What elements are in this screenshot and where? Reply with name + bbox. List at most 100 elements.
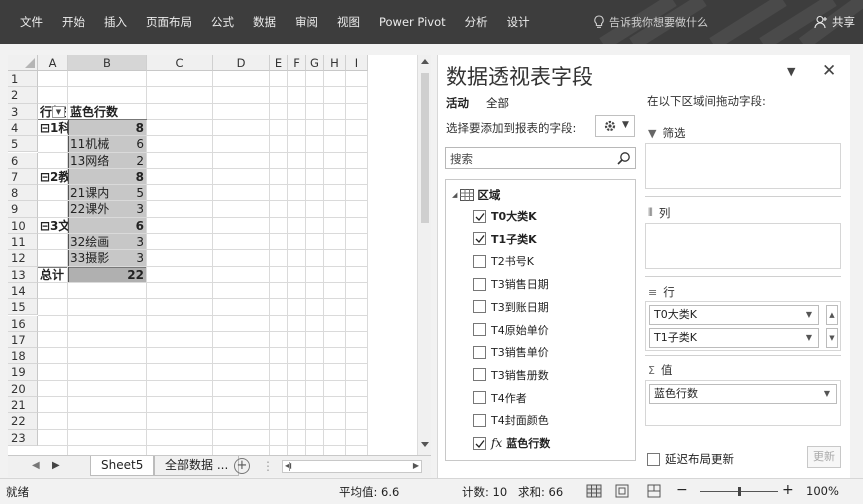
pivot-value-cell[interactable]: 3 [68,234,147,250]
field-checkbox[interactable] [473,300,486,314]
field-item[interactable]: T1子类K [473,231,537,247]
defer-layout-update[interactable]: 延迟布局更新 [647,451,734,467]
ribbon-tab[interactable]: 设计 [507,14,530,30]
field-checkbox[interactable] [473,323,486,336]
tab-split-handle[interactable]: ⋮ [262,459,274,473]
pivot-total-value[interactable]: 22 [68,267,147,283]
values-drop-zone[interactable]: 蓝色行数 ▼ [645,380,841,426]
rows-drop-zone[interactable]: T0大类K ▼ T1子类K ▼ ▲ ▼ [645,301,841,351]
tab-active[interactable]: 活动 [446,95,469,111]
ribbon-tab[interactable]: 公式 [211,14,234,30]
select-all-corner[interactable] [8,55,38,71]
sheet-tab-all-data[interactable]: 全部数据 ... [154,456,240,476]
row-header[interactable]: 17 [8,331,38,349]
column-header[interactable]: D [213,55,270,71]
field-search-input[interactable]: 搜索 [445,147,636,169]
field-checkbox[interactable] [473,254,486,268]
column-header[interactable]: F [288,55,306,71]
field-checkbox[interactable] [473,209,486,223]
row-header[interactable]: 4 [8,119,38,137]
horizontal-scrollbar[interactable]: ◀ ▶ [282,460,422,473]
row-header[interactable]: 18 [8,348,38,365]
field-item[interactable]: T2书号K [473,253,534,269]
horizontal-scroll-thumb[interactable] [289,462,299,471]
field-checkbox[interactable] [473,345,486,359]
scroll-down-icon[interactable]: ▼ [826,328,838,348]
field-item[interactable]: T4作者 [473,390,527,406]
field-item[interactable]: T4封面颜色 [473,412,549,428]
ribbon-tab[interactable]: 页面布局 [146,14,192,30]
field-settings-button[interactable]: ▼ [595,115,635,137]
pane-options-chevron-icon[interactable]: ▼ [787,65,795,78]
pivot-value-cell[interactable]: 3 [68,201,147,217]
scroll-down-icon[interactable] [421,441,429,449]
pivot-value-cell[interactable]: 3 [68,250,147,266]
page-break-view-icon[interactable] [646,483,662,499]
pivot-value-cell[interactable]: 2 [68,153,147,169]
zoom-in-icon[interactable]: + [782,482,794,498]
filter-dropdown-icon[interactable]: ▼ [52,105,65,118]
row-header[interactable]: 15 [8,299,38,316]
pivot-value-cell[interactable]: 5 [68,185,147,201]
row-header[interactable]: 11 [8,234,38,251]
share-button[interactable]: 共享 [814,0,855,44]
close-icon[interactable]: ✕ [822,61,836,81]
table-node[interactable]: ◢ 区域 [452,187,500,203]
spreadsheet-grid[interactable]: A B C D E F G H I 1 2 3 4 5 6 7 8 9 10 11 12 13 14 15 16 17 18 19 20… [8,55,417,455]
row-field-chip[interactable]: T1子类K ▼ [649,328,819,348]
pivot-group-label[interactable]: ⊟1科技 [40,120,68,136]
ribbon-tab[interactable]: Power Pivot [379,15,446,29]
row-header[interactable]: 10 [8,217,38,234]
row-header[interactable]: 16 [8,315,38,332]
zoom-out-icon[interactable]: − [676,482,688,498]
row-header[interactable]: 7 [8,168,38,186]
column-header[interactable]: A [38,55,68,71]
ribbon-tab[interactable]: 开始 [62,14,85,30]
tab-next-icon[interactable]: ▶ [52,460,60,471]
ribbon-tab[interactable]: 插入 [104,14,127,30]
ribbon-tab[interactable]: 数据 [253,14,276,30]
vertical-scroll-thumb[interactable] [421,73,429,223]
ribbon-tab[interactable]: 审阅 [295,14,318,30]
column-header[interactable]: B [68,55,147,71]
zoom-level[interactable]: 100% [806,484,839,498]
row-header[interactable]: 19 [8,364,38,381]
pivot-value-cell[interactable]: 6 [68,218,147,234]
row-header[interactable]: 3 [8,103,38,120]
collapse-triangle-icon[interactable]: ◢ [452,191,457,199]
pivot-values-header[interactable]: 蓝色行数 [70,104,145,120]
page-layout-view-icon[interactable] [614,483,630,499]
ribbon-tab[interactable]: 视图 [337,14,360,30]
row-header[interactable]: 1 [8,71,38,88]
pivot-group-label[interactable]: ⊟3文艺 [40,218,68,234]
row-header[interactable]: 13 [8,266,38,283]
ribbon-tab[interactable]: 分析 [465,14,488,30]
column-header[interactable]: G [306,55,324,71]
field-checkbox[interactable] [473,232,486,246]
defer-layout-checkbox[interactable] [647,452,660,466]
row-header[interactable]: 6 [8,152,38,169]
update-button[interactable]: 更新 [807,446,841,468]
row-header[interactable]: 9 [8,201,38,218]
field-item[interactable]: T3销售单价 [473,344,549,360]
field-item[interactable]: T3销售册数 [473,367,549,383]
scroll-up-icon[interactable] [421,58,429,66]
pivot-value-cell[interactable]: 8 [68,169,147,185]
row-header[interactable]: 12 [8,250,38,267]
column-header[interactable]: H [324,55,346,71]
row-header[interactable]: 23 [8,429,38,446]
column-header[interactable]: I [346,55,368,71]
tab-all[interactable]: 全部 [486,95,509,111]
vertical-scrollbar[interactable] [417,55,431,455]
row-header[interactable]: 22 [8,413,38,430]
row-header[interactable]: 5 [8,136,38,153]
field-item[interactable]: T3到账日期 [473,299,549,315]
field-checkbox[interactable] [473,277,486,291]
row-header[interactable]: 2 [8,87,38,104]
ribbon-tab[interactable]: 文件 [20,14,43,30]
chevron-down-icon[interactable]: ▼ [824,385,830,403]
field-item[interactable]: fx 蓝色行数 [473,435,550,451]
row-header[interactable]: 8 [8,185,38,202]
tell-me-box[interactable]: 告诉我你想要做什么 [593,0,708,44]
value-field-chip[interactable]: 蓝色行数 ▼ [649,384,837,404]
